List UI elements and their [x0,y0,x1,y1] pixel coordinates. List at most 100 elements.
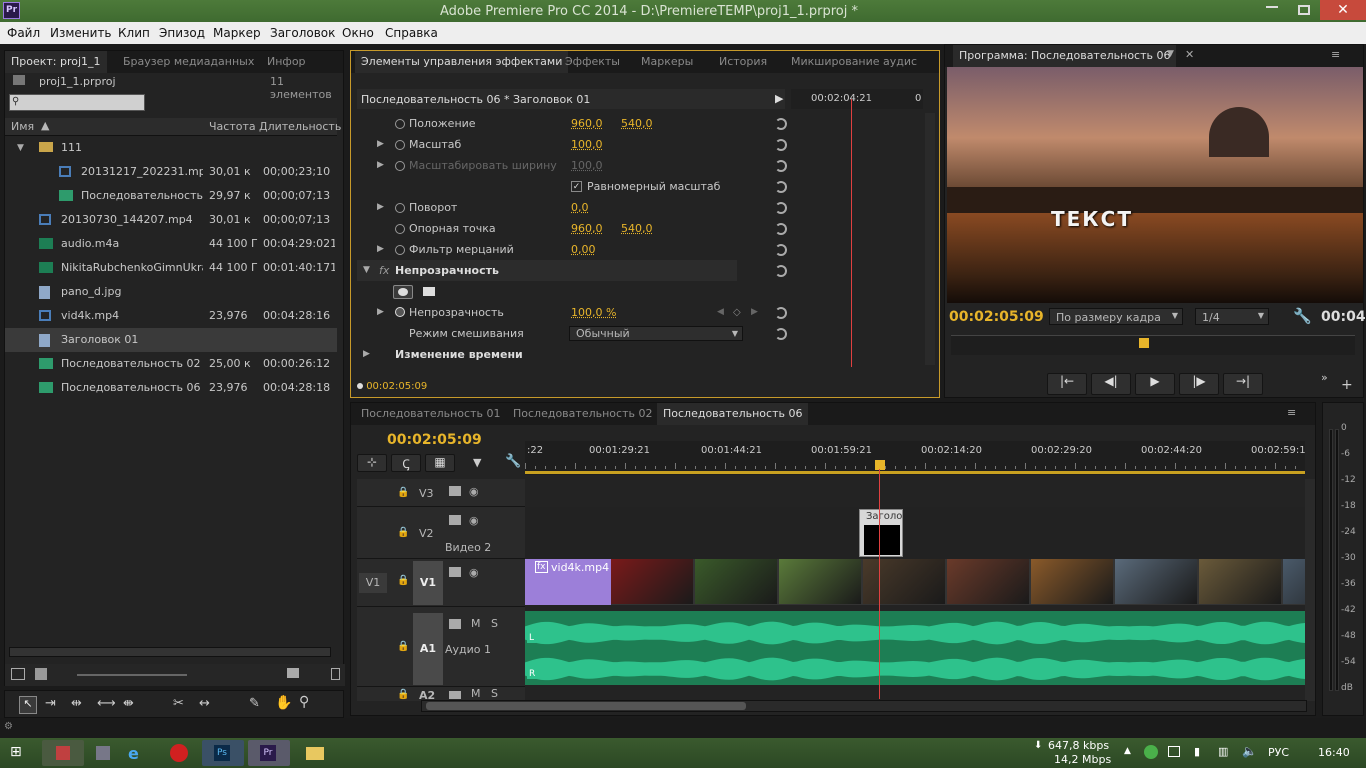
effect-param-value[interactable]: 0,00 [571,239,596,260]
tab-sequence-06[interactable]: Последовательность 06 [657,403,809,425]
play-button[interactable]: ▶ [1135,373,1175,395]
tray-volume-icon[interactable]: 🔈 [1242,744,1257,758]
timeline-hscroll-thumb[interactable] [426,702,746,710]
expand-triangle-icon[interactable]: ▶ [377,197,384,218]
nest-icon[interactable]: ▦ [425,454,455,472]
selection-tool-icon[interactable]: ↖ [19,696,37,714]
next-keyframe-icon[interactable]: ▶ [751,302,758,323]
lock-icon[interactable]: 🔒 [397,575,409,586]
effect-param-value-2[interactable]: 540,0 [621,218,653,239]
clock[interactable]: 16:40 [1318,746,1350,759]
program-timecode[interactable]: 00:02:05:09 [949,309,1044,325]
tab-effect-controls[interactable]: Элементы управления эффектами [355,51,569,73]
taskbar-photoshop-icon[interactable]: Ps [202,740,244,766]
lock-icon[interactable]: 🔒 [397,527,409,538]
zoom-slider[interactable] [77,674,187,676]
menu-sequence[interactable]: Эпизод [159,26,205,40]
effect-param-value[interactable]: 960,0 [571,113,603,134]
panel-menu-icon[interactable]: ≡ [1331,48,1340,61]
snap-icon[interactable]: ⊹ [357,454,387,472]
taskbar-explorer-icon[interactable] [294,740,336,766]
pen-tool-icon[interactable]: ✎ [249,696,260,711]
timeline-ruler[interactable]: :22 00:01:29:21 00:01:44:21 00:01:59:21 00:0… [525,441,1306,475]
razor-tool-icon[interactable]: ✂ [173,696,184,711]
tab-project[interactable]: Проект: proj1_1 [5,51,107,73]
effect-param-value-2[interactable]: 540,0 [621,113,653,134]
project-item[interactable]: ▼ 111 [5,136,337,160]
speaker-icon[interactable] [449,691,461,699]
track-label-v2[interactable]: V2 [419,527,434,540]
timeline-playhead-handle[interactable] [875,460,885,470]
ellipse-mask-icon[interactable] [393,285,413,299]
tab-program[interactable]: Программа: Последовательность 06 [953,45,1177,67]
effect-param-value[interactable]: 960,0 [571,218,603,239]
blend-mode-dropdown[interactable]: Обычный ▼ [569,326,743,341]
go-to-in-button[interactable]: |← [1047,373,1087,395]
stopwatch-active-icon[interactable] [395,307,405,317]
reset-icon[interactable] [775,307,787,319]
reset-icon[interactable] [775,265,787,277]
source-patch-v1[interactable]: V1 [359,573,387,593]
ripple-edit-tool-icon[interactable]: ⇹ [71,696,82,711]
menu-file[interactable]: Файл [7,26,40,40]
rectangle-mask-icon[interactable] [423,287,435,296]
project-item[interactable]: 20130730_144207.mp4 30,01 к 00;00;07;13 [5,208,337,232]
project-item[interactable]: pano_d.jpg [5,280,337,304]
program-scrubber[interactable] [951,335,1355,355]
reset-icon[interactable] [775,181,787,193]
column-rate[interactable]: Частота [209,120,256,133]
tab-audio-mixer[interactable]: Микширование аудис [785,51,923,73]
tab-sequence-01[interactable]: Последовательность 01 [355,403,506,425]
menu-edit[interactable]: Изменить [50,26,112,40]
project-search-input[interactable]: ⚲ [9,94,145,111]
uniform-scale-checkbox[interactable]: ✓ [571,181,582,192]
zoom-tool-icon[interactable]: ⚲ [299,694,309,710]
play-arrow-icon[interactable]: ▶ [775,92,783,105]
tab-media-browser[interactable]: Браузер медиаданных [117,51,260,73]
project-item[interactable]: Последовательность 06 23,976 00:04:28:18 [5,376,337,400]
solo-button[interactable]: S [491,617,498,630]
program-video-frame[interactable]: ТЕКСТ [947,67,1363,303]
menu-marker[interactable]: Маркер [213,26,261,40]
project-item[interactable]: Заголовок 01 [5,328,337,352]
add-button-icon[interactable]: + [1341,377,1353,393]
lock-icon[interactable]: 🔒 [397,689,409,700]
timeline-vscroll[interactable] [1305,479,1315,701]
tray-expand-icon[interactable]: ▲ [1124,746,1131,756]
hand-tool-icon[interactable]: ✋ [275,695,292,711]
timeline-hscroll[interactable] [421,700,1307,712]
settings-wrench-icon[interactable]: 🔧 [505,454,521,469]
reset-icon[interactable] [775,328,787,340]
stopwatch-icon[interactable] [395,203,405,213]
stopwatch-icon[interactable] [395,224,405,234]
mute-button[interactable]: M [471,687,481,700]
tray-display-icon[interactable] [1168,746,1180,757]
panel-menu-icon[interactable]: ≡ [1287,406,1296,419]
button-editor-icon[interactable]: » [1321,371,1328,384]
rolling-edit-tool-icon[interactable]: ⟷ [97,696,116,711]
add-marker-icon[interactable]: ▼ [473,456,481,469]
list-view-icon[interactable] [11,668,25,680]
add-keyframe-icon[interactable]: ◇ [733,302,741,323]
audio-clip-a1[interactable]: L R [525,611,1305,685]
language-indicator[interactable]: РУС [1268,746,1289,759]
track-label-a1[interactable]: A1 [413,613,443,685]
eye-icon[interactable]: ◉ [469,566,479,579]
effect-vscroll[interactable] [925,113,935,365]
tray-signal-icon[interactable]: ▮ [1194,745,1200,758]
speaker-icon[interactable] [449,619,461,629]
film-icon[interactable] [449,515,461,525]
stopwatch-icon[interactable] [395,140,405,150]
effect-param-value[interactable]: 0,0 [571,197,589,218]
reset-icon[interactable] [775,202,787,214]
resolution-dropdown[interactable]: 1/4 ▼ [1195,308,1269,325]
menu-help[interactable]: Справка [385,26,438,40]
taskbar-opera-icon[interactable] [158,740,200,766]
tab-info[interactable]: Инфор [261,51,312,73]
mute-button[interactable]: M [471,617,481,630]
reset-icon[interactable] [775,118,787,130]
taskbar-ie-icon[interactable]: e [116,740,158,766]
windows-start-icon[interactable]: ⊞ [10,744,22,760]
project-hscrollbar[interactable] [9,647,331,657]
time-remap-section[interactable]: ▶ Изменение времени [357,344,785,365]
